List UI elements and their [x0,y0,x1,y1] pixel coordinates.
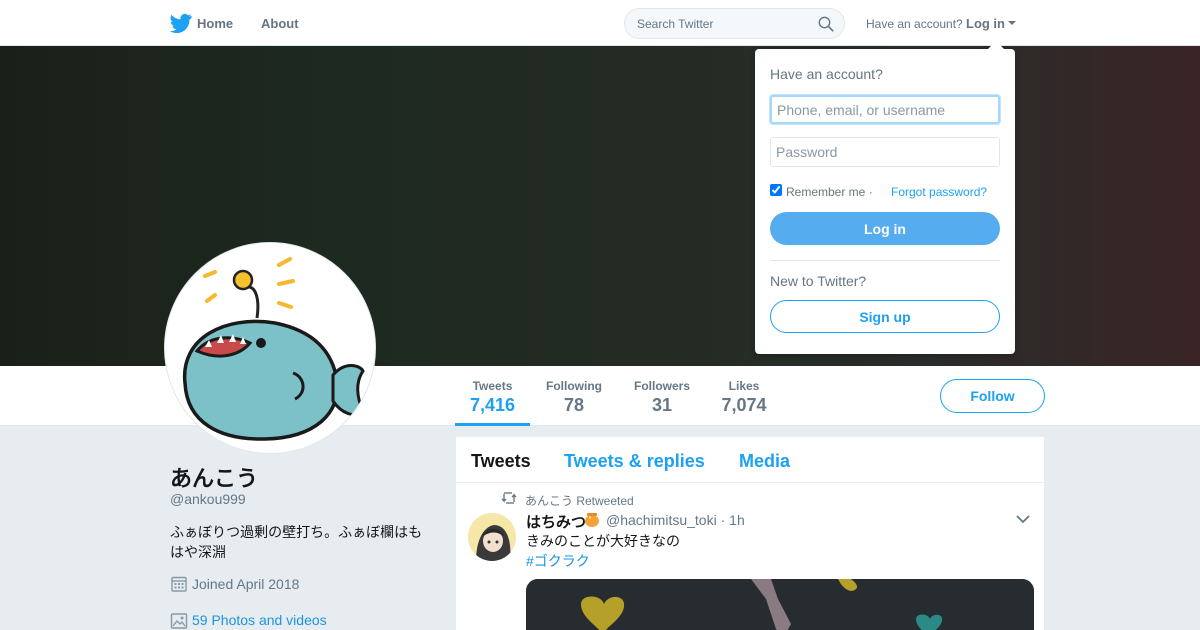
tweet-author-name[interactable]: はちみつ [526,511,586,532]
stat-label: Following [546,379,602,393]
search-icon[interactable] [818,16,834,32]
tab-media[interactable]: Media [739,451,790,472]
stat-value: 7,416 [469,395,516,415]
photo-icon [170,613,188,629]
profile-bio: ふぁぼりつ過剰の壁打ち。ふぁぼ欄はもはや深淵 [170,524,423,560]
new-to-twitter-text: New to Twitter? [770,273,867,289]
timeline: Tweets Tweets & replies Media あんこう Retwe… [456,437,1044,630]
profile-handle[interactable]: @ankou999 [170,491,246,507]
nav-about-link[interactable]: About [261,16,299,31]
remember-me-label[interactable]: Remember me · [786,185,873,199]
login-heading: Have an account? [770,66,883,82]
follow-button[interactable]: Follow [940,379,1045,413]
stat-label: Likes [728,379,760,393]
tab-tweets[interactable]: Tweets [471,451,531,472]
tweet-time[interactable]: 1h [729,512,745,528]
stat-label: Tweets [472,379,513,393]
anglerfish-avatar-icon [182,257,365,441]
profile-display-name[interactable]: あんこう [170,461,258,493]
character-avatar-icon [468,513,516,561]
dropdown-divider [770,260,1000,261]
stat-value: 31 [651,395,673,415]
photos-videos-link[interactable]: 59 Photos and videos [192,612,327,628]
tweet-media-image[interactable] [526,579,1034,630]
forgot-password-link[interactable]: Forgot password? [891,185,987,199]
caret-down-icon[interactable] [1008,21,1016,25]
nav-home-link[interactable]: Home [197,16,233,31]
stat-label: Followers [633,379,690,393]
twitter-bird-icon[interactable] [170,13,192,33]
stat-value: 7,074 [721,395,767,415]
search-box [624,8,845,39]
honey-pot-icon [585,513,599,527]
chevron-down-icon[interactable] [1016,514,1030,524]
login-dropdown: Have an account? Remember me · Forgot pa… [755,41,1015,354]
search-input[interactable] [637,15,807,33]
login-menu-link[interactable]: Log in [966,16,1005,31]
remember-me-checkbox[interactable] [770,184,782,196]
tweet-hashtag[interactable]: #ゴクラク [526,551,590,571]
retweeted-by[interactable]: あんこう Retweeted [525,492,634,509]
tweet-author-avatar[interactable] [468,513,516,561]
tweet-author-handle[interactable]: @hachimitsu_toki · 1h [606,512,745,528]
dropdown-arrow [988,41,1004,49]
have-account-text: Have an account? [866,17,963,31]
profile-avatar[interactable] [164,242,376,454]
stat-tweets[interactable]: Tweets 7,416 [455,366,530,426]
username-field[interactable] [770,95,1000,124]
separator: · [868,185,873,199]
retweet-icon [501,492,517,504]
signup-button[interactable]: Sign up [770,300,1000,333]
stat-following[interactable]: Following 78 [538,366,610,426]
tweet-text: きみのことが大好きなの [526,533,680,549]
stat-followers[interactable]: Followers 31 [626,366,698,426]
calendar-icon [171,576,187,592]
joined-date: Joined April 2018 [192,576,300,592]
login-button[interactable]: Log in [770,212,1000,245]
tweet-media-illustration [526,579,1034,630]
stat-value: 78 [563,395,585,415]
top-nav: Home About Have an account? Log in [0,0,1200,46]
tweet-handle-text: @hachimitsu_toki [606,512,717,528]
tab-tweets-replies[interactable]: Tweets & replies [564,451,705,472]
remember-me-text: Remember me [786,185,866,199]
stat-likes[interactable]: Likes 7,074 [714,366,774,426]
password-field[interactable] [770,137,1000,167]
timeline-tabs: Tweets Tweets & replies Media [456,437,1044,483]
